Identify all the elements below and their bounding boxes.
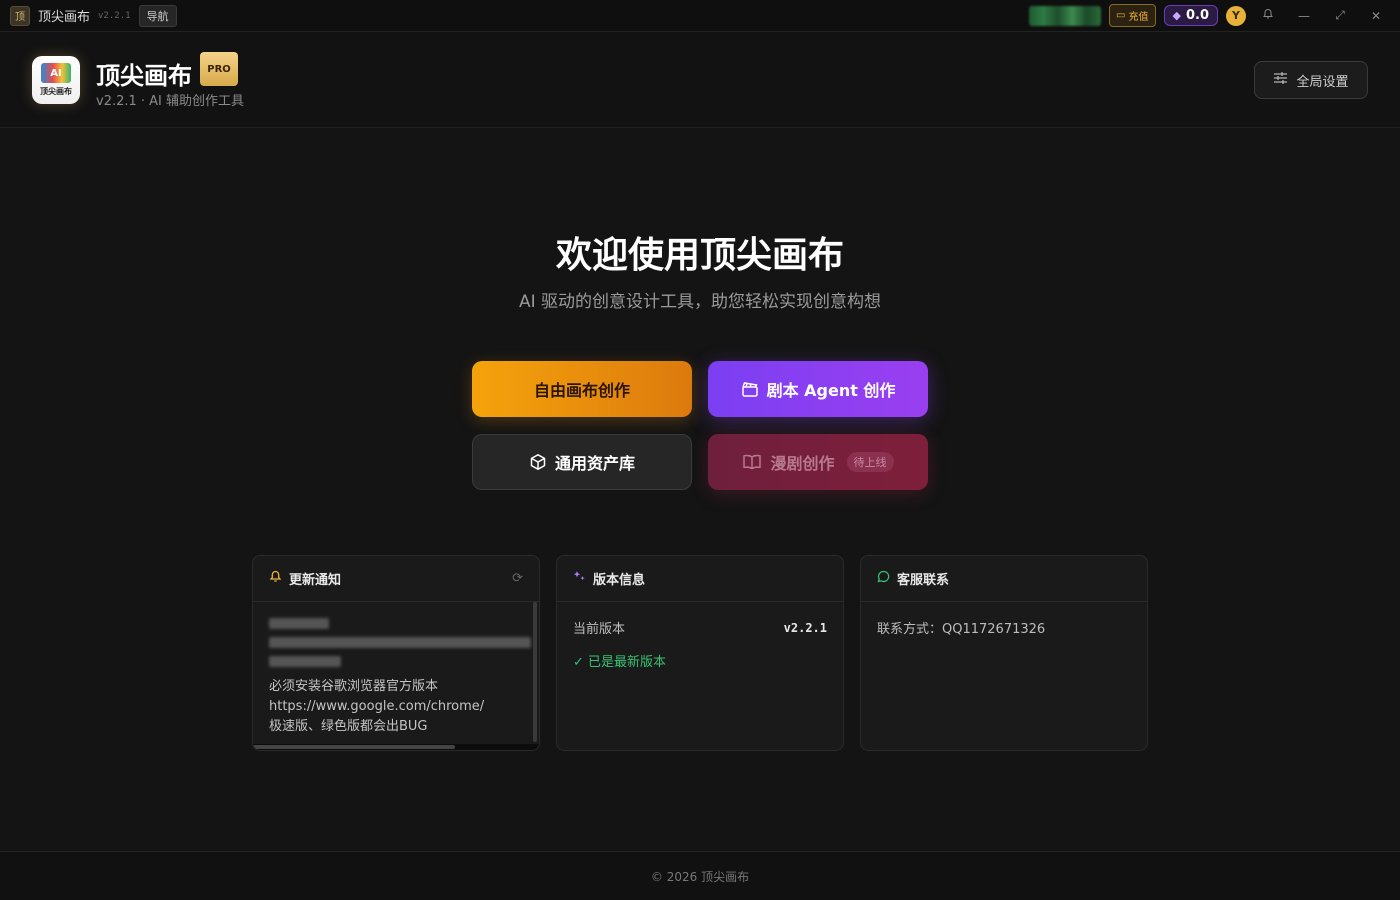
current-version-label: 当前版本 (573, 622, 626, 637)
bell-icon[interactable] (1254, 8, 1282, 23)
redacted-text (269, 656, 341, 667)
script-agent-label: 剧本 Agent 创作 (766, 381, 896, 400)
balance-value: 0.0 (1185, 8, 1209, 23)
redacted-text (269, 637, 531, 648)
horizontal-scrollbar[interactable] (253, 744, 539, 750)
wallet-icon: ▭ (1116, 10, 1126, 21)
support-contact-card: 客服联系 联系方式：QQ1172671326 (860, 555, 1148, 751)
app-name: 顶尖画布 (96, 62, 192, 90)
free-canvas-label: 自由画布创作 (533, 381, 630, 400)
asset-library-button[interactable]: 通用资产库 (472, 434, 692, 490)
support-contact-header: 客服联系 (861, 556, 1147, 602)
comic-drama-button: 漫剧创作 待上线 (708, 434, 928, 490)
script-agent-button[interactable]: 剧本 Agent 创作 (708, 361, 928, 417)
app-small-logo-icon: 顶 (10, 5, 30, 26)
close-icon[interactable]: ✕ (1362, 9, 1390, 23)
version-info-body: 当前版本 v2.2.1 ✓ 已是最新版本 (557, 602, 843, 686)
current-version-row: 当前版本 v2.2.1 (573, 618, 827, 638)
clapperboard-icon (741, 380, 759, 398)
maximize-icon[interactable]: ⤢ (1326, 8, 1354, 23)
free-canvas-button[interactable]: 自由画布创作 (472, 361, 692, 417)
support-contact-title: 客服联系 (897, 573, 950, 588)
book-open-icon (742, 453, 762, 471)
recharge-button[interactable]: ▭ 充值 (1109, 4, 1156, 27)
sparkles-icon (573, 570, 586, 587)
cube-icon (529, 453, 547, 471)
update-notice-title: 更新通知 (289, 573, 342, 588)
refresh-icon[interactable]: ⟳ (512, 571, 523, 586)
diamond-icon: ◆ (1172, 9, 1181, 22)
update-notice-card: 更新通知 ⟳ 必须安装谷歌浏览器官方版本 https://www.google.… (252, 555, 540, 751)
title-bar: 顶 顶尖画布 v2.2.1 导航 ▭ 充值 ◆ 0.0 Y — ⤢ ✕ (0, 0, 1400, 32)
welcome-subtitle: AI 驱动的创意设计工具，助您轻松实现创意构想 (518, 292, 882, 312)
notice-line: 极速版、绿色版都会出BUG (269, 719, 428, 734)
global-settings-button[interactable]: 全局设置 (1254, 61, 1368, 99)
vertical-scrollbar[interactable] (533, 602, 537, 742)
bell-icon (269, 570, 282, 587)
update-notice-header: 更新通知 ⟳ (253, 556, 539, 602)
notice-line: 必须安装谷歌浏览器官方版本 (269, 679, 439, 694)
support-contact-body: 联系方式：QQ1172671326 (861, 602, 1147, 653)
latest-version-status: ✓ 已是最新版本 (573, 655, 667, 670)
comic-drama-label: 漫剧创作 (770, 454, 835, 473)
chat-bubble-icon (877, 570, 890, 587)
footer: © 2026 顶尖画布 (0, 851, 1400, 900)
update-notice-body: 必须安装谷歌浏览器官方版本 https://www.google.com/chr… (253, 602, 539, 750)
support-contact-info: 联系方式：QQ1172671326 (877, 622, 1046, 637)
version-info-header: 版本信息 (557, 556, 843, 602)
logo-text: 顶尖画布 (40, 87, 72, 96)
scrollbar-thumb[interactable] (253, 745, 455, 749)
logo-ai-badge: AI (41, 63, 71, 83)
nav-button[interactable]: 导航 (138, 4, 177, 27)
version-info-title: 版本信息 (593, 573, 646, 588)
avatar[interactable]: Y (1226, 5, 1246, 26)
recharge-label: 充值 (1128, 12, 1149, 23)
app-header: AI 顶尖画布 顶尖画布 PRO v2.2.1 · AI 辅助创作工具 全局设置 (0, 32, 1400, 128)
balance-badge[interactable]: ◆ 0.0 (1163, 5, 1218, 26)
app-subtitle: v2.2.1 · AI 辅助创作工具 (96, 94, 245, 109)
window-title: 顶尖画布 (38, 10, 91, 25)
notice-link[interactable]: https://www.google.com/chrome/ (269, 697, 523, 717)
sliders-icon (1273, 71, 1288, 89)
title-bar-actions: ▭ 充值 ◆ 0.0 Y — ⤢ ✕ (1029, 4, 1390, 27)
version-info-card: 版本信息 当前版本 v2.2.1 ✓ 已是最新版本 (556, 555, 844, 751)
asset-library-label: 通用资产库 (554, 454, 635, 473)
global-settings-label: 全局设置 (1296, 74, 1349, 90)
redacted-account-info (1029, 5, 1102, 26)
redacted-text (269, 618, 329, 629)
minimize-icon[interactable]: — (1290, 9, 1318, 23)
welcome-title: 欢迎使用顶尖画布 (555, 235, 844, 276)
current-version-value: v2.2.1 (783, 620, 827, 635)
copyright-text: © 2026 顶尖画布 (650, 869, 750, 884)
window-version: v2.2.1 (98, 10, 131, 21)
pro-badge: PRO (200, 52, 238, 86)
app-logo: AI 顶尖画布 (32, 56, 80, 104)
coming-soon-badge: 待上线 (846, 452, 894, 472)
